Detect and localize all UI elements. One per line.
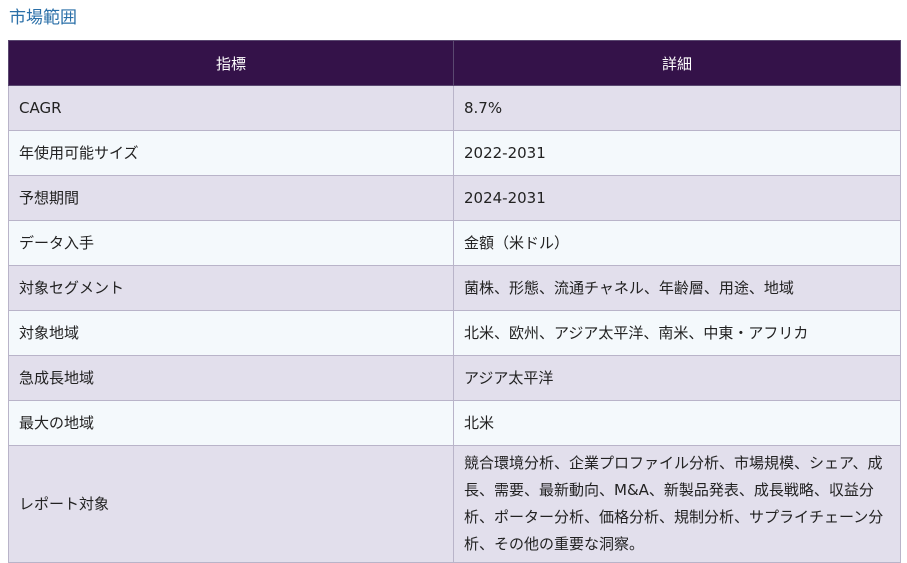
detail-cell: 北米: [453, 400, 901, 446]
table-row: 急成長地域 アジア太平洋: [8, 355, 901, 401]
section-title: 市場範囲: [9, 8, 77, 28]
detail-cell: 金額（米ドル）: [453, 220, 901, 266]
table-row: 年使用可能サイズ 2022-2031: [8, 130, 901, 176]
detail-cell: 菌株、形態、流通チャネル、年齢層、用途、地域: [453, 265, 901, 311]
table-row: レポート対象 競合環境分析、企業プロファイル分析、市場規模、シェア、成長、需要、…: [8, 445, 901, 563]
metric-cell: 年使用可能サイズ: [8, 130, 454, 176]
metric-cell: 急成長地域: [8, 355, 454, 401]
detail-cell: 北米、欧州、アジア太平洋、南米、中東・アフリカ: [453, 310, 901, 356]
detail-cell: 2022-2031: [453, 130, 901, 176]
header-detail: 詳細: [453, 40, 901, 86]
detail-cell: 競合環境分析、企業プロファイル分析、市場規模、シェア、成長、需要、最新動向、M&…: [453, 445, 901, 563]
market-scope-table: 指標 詳細 CAGR 8.7% 年使用可能サイズ 2022-2031 予想期間 …: [8, 40, 901, 563]
table-row: 対象地域 北米、欧州、アジア太平洋、南米、中東・アフリカ: [8, 310, 901, 356]
metric-cell: CAGR: [8, 85, 454, 131]
table-row: 予想期間 2024-2031: [8, 175, 901, 221]
metric-cell: 最大の地域: [8, 400, 454, 446]
table-header-row: 指標 詳細: [8, 40, 901, 86]
detail-cell: アジア太平洋: [453, 355, 901, 401]
detail-cell: 8.7%: [453, 85, 901, 131]
metric-cell: 対象セグメント: [8, 265, 454, 311]
metric-cell: レポート対象: [8, 445, 454, 563]
detail-cell: 2024-2031: [453, 175, 901, 221]
table-row: データ入手 金額（米ドル）: [8, 220, 901, 266]
metric-cell: 予想期間: [8, 175, 454, 221]
header-metric: 指標: [8, 40, 454, 86]
table-row: 対象セグメント 菌株、形態、流通チャネル、年齢層、用途、地域: [8, 265, 901, 311]
metric-cell: データ入手: [8, 220, 454, 266]
table-row: 最大の地域 北米: [8, 400, 901, 446]
metric-cell: 対象地域: [8, 310, 454, 356]
table-row: CAGR 8.7%: [8, 85, 901, 131]
